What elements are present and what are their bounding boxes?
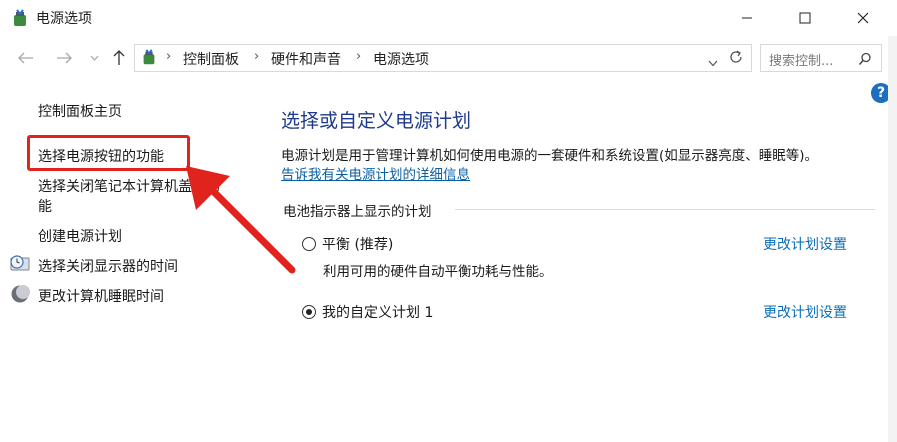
search-input[interactable]: 搜索控制... (769, 50, 833, 69)
breadcrumb-control-panel[interactable]: 控制面板 (183, 49, 239, 69)
sidebar-item-lid-close-line2[interactable]: 能 (38, 196, 52, 216)
moon-icon (10, 284, 32, 306)
plan-custom-name[interactable]: 我的自定义计划 1 (322, 302, 433, 322)
up-button[interactable] (108, 46, 130, 70)
recent-locations-button[interactable] (86, 46, 102, 70)
plan-custom-radio[interactable] (302, 305, 316, 319)
group-divider (455, 209, 875, 210)
page-title: 选择或自定义电源计划 (281, 110, 472, 132)
plan-balanced-description: 利用可用的硬件自动平衡功耗与性能。 (323, 264, 553, 280)
close-icon (857, 12, 869, 24)
forward-arrow-icon (57, 52, 72, 64)
minimize-icon (742, 17, 752, 19)
window-edge (888, 36, 897, 442)
close-button[interactable] (840, 0, 886, 36)
plan-balanced-radio[interactable] (302, 237, 316, 251)
search-icon[interactable] (858, 51, 872, 65)
plan-custom-change-settings-link[interactable]: 更改计划设置 (763, 302, 847, 322)
forward-button[interactable] (52, 46, 76, 70)
back-button[interactable] (14, 46, 38, 70)
sidebar-item-create-plan[interactable]: 创建电源计划 (38, 226, 122, 246)
plan-balanced-change-settings-link[interactable]: 更改计划设置 (763, 234, 847, 254)
maximize-icon (799, 12, 811, 24)
sidebar-item-control-panel-home[interactable]: 控制面板主页 (38, 101, 122, 121)
chevron-down-icon (90, 55, 98, 61)
sidebar-item-sleep-time[interactable]: 更改计算机睡眠时间 (38, 286, 164, 306)
breadcrumb-separator: › (166, 49, 172, 64)
refresh-button[interactable] (728, 49, 746, 67)
breadcrumb-power-options[interactable]: 电源选项 (373, 49, 429, 69)
page-description: 电源计划是用于管理计算机如何使用电源的一套硬件和系统设置(如显示器亮度、睡眠等)… (281, 148, 819, 164)
maximize-button[interactable] (782, 0, 828, 36)
sidebar-item-display-off-time[interactable]: 选择关闭显示器的时间 (38, 256, 178, 276)
power-options-app-icon (10, 8, 30, 28)
up-arrow-icon (113, 50, 125, 65)
control-panel-icon (140, 48, 158, 66)
address-dropdown-button[interactable] (708, 52, 722, 67)
highlight-box (27, 135, 190, 171)
minimize-button[interactable] (724, 0, 770, 36)
back-arrow-icon (18, 52, 33, 64)
window-title: 电源选项 (36, 11, 92, 27)
plan-group-label: 电池指示器上显示的计划 (283, 204, 432, 220)
radio-selected-dot (306, 309, 312, 315)
breadcrumb-separator: › (254, 49, 260, 64)
chevron-down-icon (708, 60, 718, 67)
breadcrumb-separator: › (356, 49, 362, 64)
power-plan-info-link[interactable]: 告诉我有关电源计划的详细信息 (281, 163, 470, 183)
refresh-icon (730, 50, 742, 63)
monitor-clock-icon (10, 254, 32, 274)
plan-balanced-name[interactable]: 平衡 (推荐) (322, 234, 393, 254)
breadcrumb-hardware-sound[interactable]: 硬件和声音 (271, 49, 341, 69)
